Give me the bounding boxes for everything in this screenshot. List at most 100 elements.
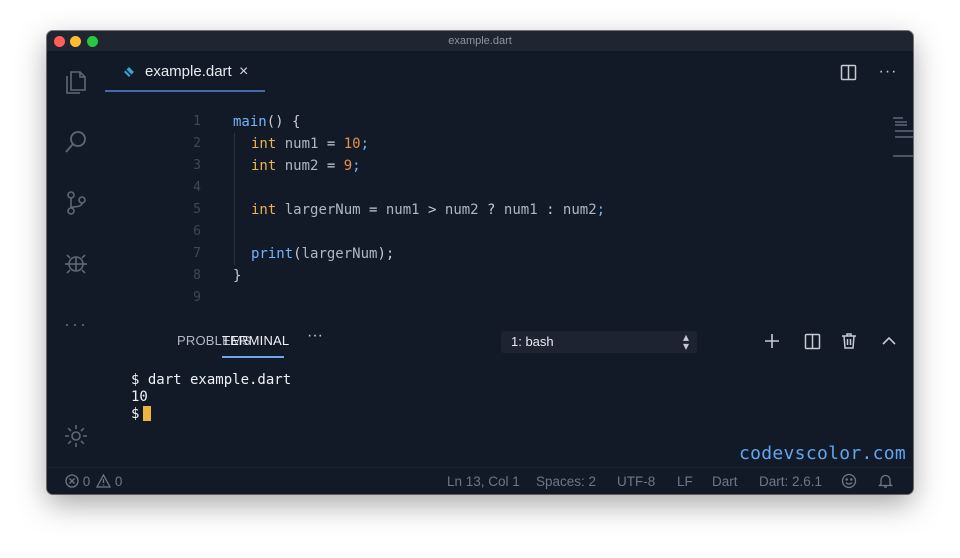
split-terminal-icon[interactable] (802, 331, 822, 351)
error-icon (65, 474, 79, 488)
code-token: = (326, 136, 344, 152)
line-number: 1 (193, 114, 201, 129)
tab-terminal[interactable]: TERMINAL (222, 333, 289, 348)
code-token: num2 (276, 158, 327, 174)
line-content: int num1 = 10; (233, 133, 369, 155)
line-number: 3 (193, 158, 201, 173)
code-token: ); (377, 246, 395, 262)
code-line[interactable]: 9 (105, 287, 865, 309)
terminal-line: 10 (131, 389, 148, 405)
trash-icon[interactable] (839, 331, 859, 351)
code-token: num2 (562, 202, 597, 218)
code-token: int (251, 136, 277, 152)
indentation-status[interactable]: Spaces: 2 (536, 474, 596, 489)
line-number: 9 (193, 290, 201, 305)
terminal-output[interactable]: $ dart example.dart 10 $ (131, 372, 291, 423)
line-number: 7 (193, 246, 201, 261)
code-token: = (369, 202, 386, 218)
code-token: largerNum (276, 202, 370, 218)
split-editor-icon[interactable] (837, 61, 859, 83)
code-token: 9 (343, 158, 353, 174)
encoding-status[interactable]: UTF-8 (617, 474, 655, 489)
code-token: ? (487, 202, 504, 218)
more-actions-icon[interactable]: ··· (877, 61, 899, 83)
code-token: ; (596, 202, 606, 218)
code-token: print (251, 246, 294, 262)
dart-file-icon (124, 67, 134, 77)
select-arrows-icon: ▴ ▾ (682, 330, 689, 353)
code-token: main (233, 114, 267, 130)
dart-sdk-version[interactable]: Dart: 2.6.1 (759, 474, 822, 489)
code-token: int (251, 158, 277, 174)
maximize-panel-icon[interactable] (879, 331, 899, 351)
code-token: > (428, 202, 445, 218)
window-title: example.dart (448, 35, 512, 47)
notifications-bell-icon[interactable] (877, 473, 894, 492)
line-number: 4 (193, 180, 201, 195)
terminal-select[interactable]: 1: bash ▴ ▾ (501, 331, 697, 353)
tab-active-indicator (105, 90, 265, 92)
line-number: 5 (193, 202, 201, 217)
line-content: main() { (233, 111, 300, 133)
warning-count: 0 (114, 474, 123, 489)
code-token: ( (293, 246, 302, 262)
status-bar: 0 0 Ln 13, Col 1 Spaces: 2 UTF-8 LF Dart… (47, 467, 913, 494)
minimap[interactable] (893, 117, 913, 157)
code-line[interactable]: 5 int largerNum = num1 > num2 ? num1 : nu… (105, 199, 865, 221)
code-line[interactable]: 8} (105, 265, 865, 287)
terminal-cursor (143, 406, 152, 421)
code-token: ; (360, 136, 370, 152)
cursor-position[interactable]: Ln 13, Col 1 (447, 474, 520, 489)
panel-more-icon[interactable]: ··· (307, 327, 323, 345)
code-token: 10 (343, 136, 361, 152)
files-icon[interactable] (61, 67, 91, 97)
line-number: 2 (193, 136, 201, 151)
code-token: largerNum (301, 246, 378, 262)
code-token: num1 (385, 202, 429, 218)
editor-area: example.dart × ··· 1 main() { 2 int num1 = … (105, 51, 913, 313)
code-token: ; (352, 158, 361, 174)
code-token: () { (266, 114, 301, 130)
activity-bar: ··· (47, 51, 105, 467)
code-line[interactable]: 2 int num1 = 10; (105, 133, 865, 155)
code-token: num2 (444, 202, 488, 218)
settings-gear-icon[interactable] (61, 421, 91, 451)
new-terminal-icon[interactable] (762, 331, 782, 351)
code-line[interactable]: 3 int num2 = 9; (105, 155, 865, 177)
vscode-window: example.dart ··· example.dart × ··· 1 ma… (47, 31, 913, 494)
tab-label: example.dart (145, 63, 232, 80)
line-number: 8 (193, 268, 201, 283)
terminal-tab-indicator (222, 356, 284, 358)
code-line[interactable]: 1 main() { (105, 111, 865, 133)
line-content: } (233, 265, 241, 287)
eol-status[interactable]: LF (677, 474, 693, 489)
terminal-prompt: $ (131, 406, 140, 422)
code-token: } (233, 268, 242, 284)
code-token: int (251, 202, 277, 218)
close-tab-icon[interactable]: × (239, 63, 248, 81)
error-count: 0 (82, 474, 91, 489)
search-icon[interactable] (61, 127, 91, 157)
line-number: 6 (193, 224, 201, 239)
source-control-icon[interactable] (61, 188, 91, 218)
code-token: num1 (276, 136, 327, 152)
code-editor[interactable]: 1 main() { 2 int num1 = 10; 3 int num2 = 9; 4 5… (105, 111, 865, 309)
line-content: int num2 = 9; (233, 155, 361, 177)
code-token: num1 (503, 202, 547, 218)
editor-tab[interactable]: example.dart × (105, 51, 265, 93)
feedback-smiley-icon[interactable] (841, 473, 857, 492)
debug-icon[interactable] (61, 248, 91, 278)
code-line[interactable]: 6 (105, 221, 865, 243)
code-line[interactable]: 4 (105, 177, 865, 199)
terminal-prompt-line: $ (131, 406, 291, 423)
editor-actions: ··· (837, 61, 899, 83)
problems-status[interactable]: 0 0 (65, 473, 123, 489)
watermark: codevscolor.com (739, 443, 907, 464)
language-mode[interactable]: Dart (712, 474, 738, 489)
code-line[interactable]: 7 print(largerNum); (105, 243, 865, 265)
terminal-line: $ dart example.dart (131, 372, 292, 388)
more-icon[interactable]: ··· (61, 309, 91, 339)
terminal-select-value: 1: bash (511, 334, 554, 349)
title-bar: example.dart (47, 31, 913, 51)
warning-icon (95, 473, 112, 488)
